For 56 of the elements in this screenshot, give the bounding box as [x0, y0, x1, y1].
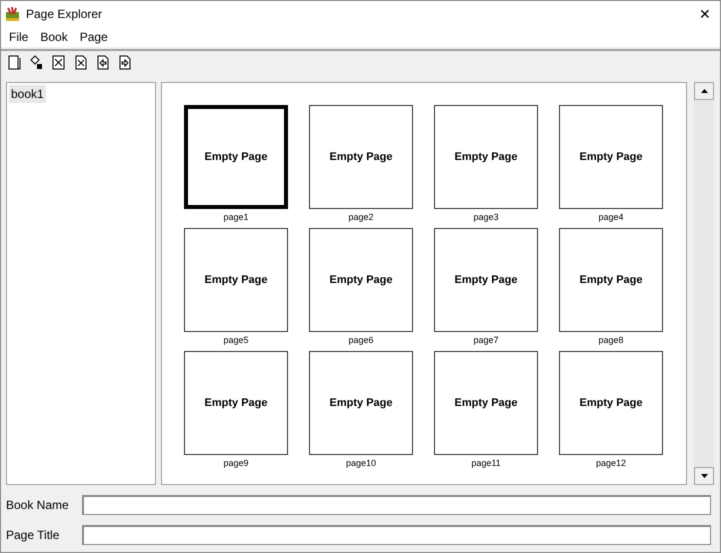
- page-text: Empty Page: [454, 272, 518, 288]
- page-thumbnail[interactable]: Empty Page: [184, 105, 288, 209]
- page-text: Empty Page: [204, 396, 268, 411]
- menu-item[interactable]: Book: [34, 28, 74, 46]
- page-label: page2: [348, 211, 374, 224]
- down-arrow-icon: [700, 474, 708, 478]
- page-thumbnail[interactable]: Empty Page: [559, 105, 663, 209]
- page-thumbnail[interactable]: Empty Page: [434, 351, 538, 455]
- page-thumbnail[interactable]: Empty Page: [434, 105, 538, 209]
- page-thumbnail[interactable]: Empty Page: [309, 105, 413, 209]
- page-text: Empty Page: [580, 150, 642, 165]
- page-thumbnail[interactable]: Empty Page: [559, 228, 663, 332]
- page-thumbnail[interactable]: Empty Page: [184, 228, 288, 332]
- page-label: page4: [598, 211, 624, 224]
- new-page-icon[interactable]: [7, 54, 22, 70]
- text-field[interactable]: [82, 495, 711, 515]
- page-text: Empty Page: [454, 396, 518, 411]
- page-right-arrow-icon[interactable]: [117, 54, 132, 70]
- up-arrow-icon: [700, 89, 708, 93]
- page-text: Empty Page: [204, 272, 268, 288]
- page-label: page8: [598, 334, 624, 347]
- page-left-arrow-icon[interactable]: [95, 54, 110, 70]
- page-label: page6: [348, 334, 374, 347]
- app-icon: [5, 6, 21, 22]
- page-text: Empty Page: [580, 396, 642, 411]
- page-thumbnail[interactable]: Empty Page: [434, 228, 538, 332]
- field-label: Page Title: [6, 527, 60, 544]
- page-thumbnail[interactable]: Empty Page: [309, 228, 413, 332]
- page-label: page7: [473, 334, 499, 347]
- page-label: page11: [471, 457, 501, 470]
- menu-item[interactable]: File: [3, 28, 34, 46]
- page-label: page5: [223, 334, 249, 347]
- page-text: Empty Page: [580, 272, 642, 288]
- menu-item[interactable]: Page: [74, 28, 114, 46]
- page-text: Empty Page: [204, 150, 268, 165]
- page-label: page3: [473, 211, 499, 224]
- scroll-up-button[interactable]: [694, 82, 714, 100]
- page-text: Empty Page: [454, 150, 518, 165]
- scroll-down-button[interactable]: [694, 467, 714, 485]
- page-label: page10: [346, 457, 376, 470]
- field-label: Book Name: [6, 497, 70, 514]
- close-button[interactable]: ✕: [690, 1, 720, 27]
- delete-page-icon[interactable]: [73, 54, 88, 70]
- page-label: page1: [223, 211, 249, 224]
- page-text: Empty Page: [330, 150, 392, 165]
- text-field[interactable]: [82, 525, 711, 545]
- page-thumbnail[interactable]: Empty Page: [559, 351, 663, 455]
- tree-item[interactable]: book1: [9, 85, 46, 103]
- page-text: Empty Page: [330, 396, 392, 411]
- page-label: page9: [223, 457, 249, 470]
- page-thumbnail[interactable]: Empty Page: [184, 351, 288, 455]
- page-text: Empty Page: [330, 272, 392, 288]
- delete-book-icon[interactable]: [51, 54, 66, 70]
- window-title: Page Explorer: [26, 6, 102, 23]
- page-thumbnail[interactable]: Empty Page: [309, 351, 413, 455]
- page-label: page12: [596, 457, 626, 470]
